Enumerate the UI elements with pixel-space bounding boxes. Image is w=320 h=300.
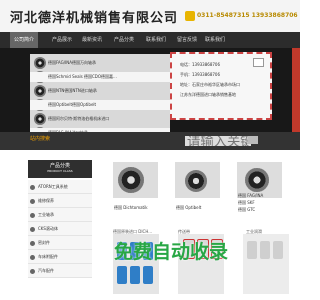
product-caption-5[interactable]: 德国 GTC [238, 207, 255, 213]
sidebar-item-label: 汽车配件 [38, 268, 54, 273]
sidebar-item-atorn[interactable]: ATORN工具系统 [28, 180, 92, 194]
hero-item-3[interactable]: 德国NTN德国NTN进口轴承 [48, 86, 97, 96]
search-button[interactable] [248, 136, 258, 144]
hero-item-2[interactable]: 德国Schmid Seals 德国CDO德国嘉... [30, 72, 170, 82]
bottom-product-lubricants[interactable] [243, 234, 289, 294]
hero-item-5[interactable]: 德国阿尔贝特·斯特洛伯格机床进口 [48, 114, 109, 124]
can-icon [143, 266, 153, 284]
phone-icon [185, 11, 195, 21]
phone-number: 0311-85487315 13933868706 [197, 12, 298, 19]
side-accent-bar [292, 48, 300, 132]
watermark-text: 免费自动收录 [114, 241, 229, 263]
main-navigation: 公司简介 产品展示 最新资讯 产品分类 联系我们 留言反馈 联系我们 [0, 32, 300, 48]
bottle-icon [273, 241, 283, 259]
product-class-title-cn: 产品分类 [49, 163, 70, 169]
bullet-icon [30, 240, 35, 246]
nav-item-news[interactable]: 最新资讯 [82, 32, 102, 48]
phone-box: 0311-85487315 13933868706 [185, 9, 298, 27]
sidebar-item-label: CKS滚动体 [38, 226, 58, 231]
nav-item-feedback[interactable]: 留言反馈 [177, 32, 197, 48]
sidebar-item-auto[interactable]: 汽车配件 [28, 264, 92, 278]
contact-line-mobile: 手机：13933868706 [180, 72, 220, 77]
bullet-icon [30, 198, 35, 204]
can-icon [117, 266, 127, 284]
product-class-title: 产品分类 PRODUCT CLASS [28, 160, 92, 178]
nav-item-home[interactable]: 公司简介 [10, 32, 39, 48]
hero-product-list: 德国FAG/INA德国万向轴承 德国Schmid Seals 德国CDO德国嘉.… [30, 54, 170, 139]
nav-item-products[interactable]: 产品展示 [52, 32, 72, 48]
stamp-icon [253, 58, 264, 67]
product-bearing-image [245, 168, 269, 192]
search-input[interactable] [185, 136, 251, 146]
nav-item-contact-2[interactable]: 联系我们 [205, 32, 225, 48]
can-icon [130, 266, 140, 284]
contact-line-description: 江苏东洋德国进口轴承销售基地 [180, 92, 236, 97]
product-image-optibelt[interactable] [175, 162, 220, 198]
bullet-icon [30, 212, 35, 218]
product-caption-4[interactable]: 德国 SKF [238, 200, 255, 206]
product-class-title-en: PRODUCT CLASS [47, 169, 73, 173]
search-bar: 站内搜索 [0, 132, 300, 150]
product-bearing-image [185, 170, 207, 192]
sidebar-item-label: 工业轴承 [38, 212, 54, 217]
bullet-icon [30, 268, 35, 274]
bottle-icon [260, 241, 270, 259]
bearing-image [34, 113, 46, 125]
hero-item-1[interactable]: 德国FAG/INA德国万向轴承 [48, 58, 96, 68]
product-bearing-image [118, 167, 144, 193]
product-class-sidebar: 产品分类 PRODUCT CLASS ATORN工具系统 维修保养 工业轴承 C… [14, 160, 94, 300]
bullet-icon [30, 226, 35, 232]
bearing-image [34, 85, 46, 97]
product-caption-1[interactable]: 德国 Dichtomatik [114, 205, 148, 211]
sidebar-item-label: 维修保养 [38, 198, 54, 203]
product-caption-3[interactable]: 德国 FAG/INA [238, 193, 263, 199]
product-caption-2[interactable]: 德国 Optibelt [176, 205, 201, 211]
sidebar-item-maintenance[interactable]: 维修保养 [28, 194, 92, 208]
sidebar-item-label: ATORN工具系统 [38, 184, 68, 189]
sidebar-item-bearing[interactable]: 工业轴承 [28, 208, 92, 222]
search-label: 站内搜索 [30, 136, 51, 142]
contact-line-address: 地址：石家庄市裕华区轴承市场口 [180, 82, 240, 87]
sidebar-item-lathe[interactable]: 车床附配件 [28, 250, 92, 264]
bullet-icon [30, 184, 35, 190]
sidebar-item-label: 密封件 [38, 240, 50, 245]
contact-line-phone: 电话：13933868706 [180, 62, 220, 67]
bottle-icon [247, 241, 257, 259]
company-name: 河北德洋机械销售有限公司 [10, 11, 179, 26]
nav-item-category[interactable]: 产品分类 [114, 32, 134, 48]
sidebar-item-label: 车床附配件 [38, 254, 58, 259]
bullet-icon [30, 254, 35, 260]
sidebar-item-seal[interactable]: 密封件 [28, 236, 92, 250]
contact-card: 电话：13933868706 手机：13933868706 地址：石家庄市裕华区… [170, 52, 272, 120]
sidebar-item-rolling[interactable]: CKS滚动体 [28, 222, 92, 236]
product-image-dichtomatik[interactable] [113, 162, 158, 198]
nav-item-contact[interactable]: 联系我们 [146, 32, 166, 48]
bearing-image [34, 57, 46, 69]
top-header: 河北德洋机械销售有限公司 0311-85487315 13933868706 [0, 0, 300, 32]
hero-item-4[interactable]: 德国Optibelt德国Optibelt [30, 100, 170, 110]
